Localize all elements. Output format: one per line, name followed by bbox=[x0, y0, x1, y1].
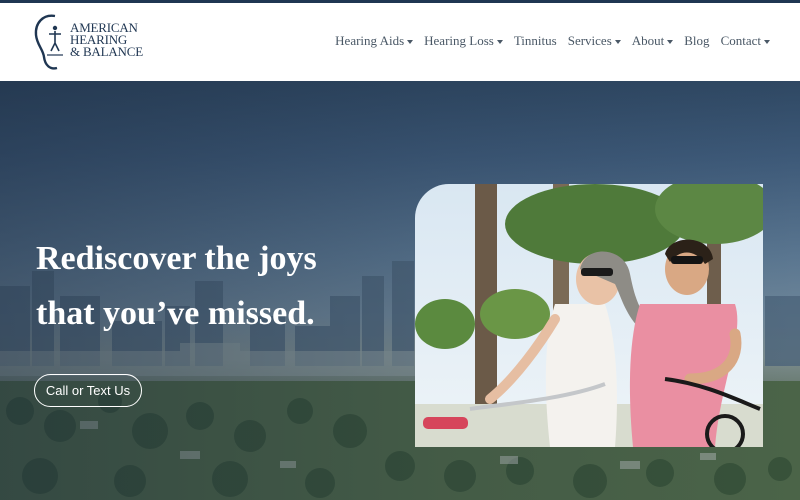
chevron-down-icon bbox=[407, 39, 414, 44]
nav-item-hearing-loss[interactable]: Hearing Loss bbox=[424, 33, 503, 49]
chevron-down-icon bbox=[764, 39, 770, 44]
ear-logo-icon bbox=[34, 14, 63, 70]
chevron-down-icon bbox=[614, 39, 621, 44]
nav-item-label: Services bbox=[567, 33, 612, 48]
nav-item-hearing-aids[interactable]: Hearing Aids bbox=[335, 33, 414, 49]
site-logo[interactable]: AMERICAN HEARING & BALANCE bbox=[33, 13, 143, 71]
hero-couple-photo bbox=[415, 184, 763, 447]
main-navigation: Hearing Aids Hearing Loss Tinnitus Servi… bbox=[335, 33, 770, 49]
nav-item-contact[interactable]: Contact bbox=[721, 33, 770, 49]
nav-item-label: Hearing Loss bbox=[424, 33, 494, 48]
call-or-text-button[interactable]: Call or Text Us bbox=[34, 374, 142, 407]
brand-name: AMERICAN HEARING & BALANCE bbox=[70, 21, 180, 59]
site-header: AMERICAN HEARING & BALANCE Hearing Aids … bbox=[0, 3, 800, 81]
hero-headline-line1: Rediscover the joys bbox=[36, 240, 317, 277]
hero-section: Rediscover the joys that you’ve missed. … bbox=[0, 81, 800, 500]
nav-item-label: Blog bbox=[684, 33, 710, 48]
chevron-down-icon bbox=[667, 39, 674, 44]
nav-item-tinnitus[interactable]: Tinnitus bbox=[514, 33, 557, 49]
nav-item-label: Contact bbox=[720, 33, 761, 48]
chevron-down-icon bbox=[496, 39, 503, 44]
nav-item-label: About bbox=[631, 33, 665, 48]
couple-with-bicycles-image bbox=[415, 184, 763, 447]
hero-headline: Rediscover the joys that you’ve missed. bbox=[36, 231, 416, 341]
nav-item-label: Hearing Aids bbox=[335, 33, 405, 48]
nav-item-label: Tinnitus bbox=[513, 33, 557, 48]
brand-name-line3: & BALANCE bbox=[70, 44, 143, 59]
hero-headline-line2: that you’ve missed. bbox=[36, 295, 315, 332]
nav-item-blog[interactable]: Blog bbox=[684, 33, 709, 49]
nav-item-about[interactable]: About bbox=[632, 33, 674, 49]
nav-item-services[interactable]: Services bbox=[568, 33, 621, 49]
